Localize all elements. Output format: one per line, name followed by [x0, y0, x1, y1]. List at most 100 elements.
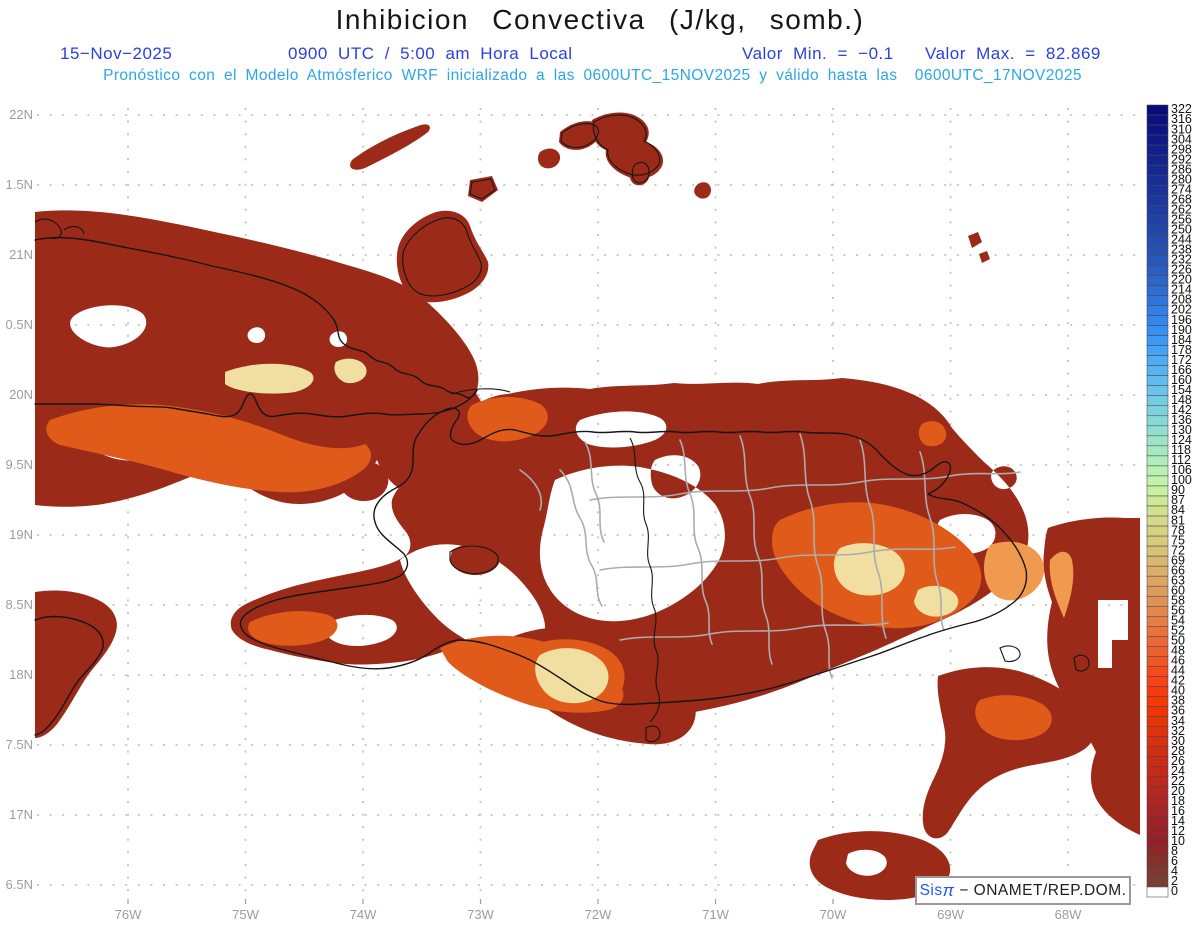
y-axis-label: 19N	[9, 527, 33, 542]
colorbar-swatch	[1147, 466, 1168, 476]
colorbar-swatch	[1147, 336, 1168, 346]
y-axis-label: 20N	[9, 387, 33, 402]
branding-pi-icon: π	[943, 881, 955, 901]
colorbar-swatch	[1147, 827, 1168, 837]
colorbar-swatch	[1147, 396, 1168, 406]
colorbar-swatch	[1147, 225, 1168, 235]
y-axis-label: 22N	[9, 107, 33, 122]
colorbar-swatch	[1147, 245, 1168, 255]
colorbar-swatch	[1147, 516, 1168, 526]
branding-sis: Sis	[920, 882, 943, 900]
x-axis-label: 76W	[115, 907, 142, 922]
colorbar-swatch	[1147, 346, 1168, 356]
colorbar-swatch	[1147, 265, 1168, 275]
y-axis-label: 21N	[9, 247, 33, 262]
y-axis-label: 17N	[9, 807, 33, 822]
colorbar-swatch	[1147, 426, 1168, 436]
colorbar-swatch	[1147, 747, 1168, 757]
colorbar-swatch	[1147, 727, 1168, 737]
colorbar-swatch	[1147, 556, 1168, 566]
colorbar: 3223163103042982922862802742682622562502…	[1147, 102, 1192, 898]
y-axis-label: 6.5N	[6, 877, 33, 892]
x-axis-label: 70W	[820, 907, 847, 922]
colorbar-swatch	[1147, 215, 1168, 225]
colorbar-swatch	[1147, 787, 1168, 797]
y-axis-label: 1.5N	[6, 177, 33, 192]
colorbar-swatch	[1147, 626, 1168, 636]
colorbar-swatch	[1147, 817, 1168, 827]
colorbar-swatch	[1147, 857, 1168, 867]
colorbar-swatch	[1147, 195, 1168, 205]
colorbar-swatch	[1147, 837, 1168, 847]
colorbar-swatch	[1147, 707, 1168, 717]
colorbar-swatch	[1147, 596, 1168, 606]
colorbar-swatch	[1147, 717, 1168, 727]
x-axis-label: 69W	[937, 907, 964, 922]
colorbar-swatch	[1147, 275, 1168, 285]
colorbar-swatch	[1147, 295, 1168, 305]
colorbar-swatch	[1147, 867, 1168, 877]
colorbar-swatch	[1147, 777, 1168, 787]
colorbar-swatch	[1147, 125, 1168, 135]
colorbar-swatch	[1147, 476, 1168, 486]
colorbar-swatch	[1147, 115, 1168, 125]
branding-onamet: − ONAMET/REP.DOM.	[955, 882, 1127, 900]
colorbar-swatch	[1147, 366, 1168, 376]
cin-shaded-field	[35, 113, 1140, 900]
x-axis-label: 75W	[232, 907, 259, 922]
colorbar-swatch	[1147, 205, 1168, 215]
y-axis-label: 0.5N	[6, 317, 33, 332]
colorbar-swatch	[1147, 326, 1168, 336]
colorbar-swatch	[1147, 306, 1168, 316]
x-axis-label: 73W	[467, 907, 494, 922]
colorbar-swatch	[1147, 807, 1168, 817]
colorbar-swatch	[1147, 135, 1168, 145]
colorbar-swatch	[1147, 536, 1168, 546]
colorbar-swatch	[1147, 566, 1168, 576]
colorbar-swatch	[1147, 446, 1168, 456]
colorbar-swatch	[1147, 646, 1168, 656]
colorbar-swatch	[1147, 255, 1168, 265]
colorbar-swatch	[1147, 586, 1168, 596]
colorbar-swatch	[1147, 636, 1168, 646]
x-axis-label: 71W	[702, 907, 729, 922]
colorbar-swatch	[1147, 767, 1168, 777]
colorbar-swatch	[1147, 165, 1168, 175]
colorbar-swatch	[1147, 616, 1168, 626]
colorbar-swatch	[1147, 486, 1168, 496]
colorbar-swatch	[1147, 155, 1168, 165]
colorbar-swatch	[1147, 185, 1168, 195]
colorbar-swatch	[1147, 676, 1168, 686]
colorbar-swatch	[1147, 576, 1168, 586]
colorbar-swatch	[1147, 847, 1168, 857]
colorbar-swatch	[1147, 506, 1168, 516]
colorbar-swatch	[1147, 496, 1168, 506]
colorbar-swatch	[1147, 436, 1168, 446]
x-axis-label: 68W	[1055, 907, 1082, 922]
colorbar-value: 0	[1171, 884, 1178, 898]
colorbar-swatch	[1147, 105, 1168, 115]
colorbar-swatch	[1147, 656, 1168, 666]
colorbar-swatch	[1147, 175, 1168, 185]
colorbar-swatch	[1147, 546, 1168, 556]
y-axis-label: 8.5N	[6, 597, 33, 612]
colorbar-swatch	[1147, 696, 1168, 706]
colorbar-swatch	[1147, 526, 1168, 536]
colorbar-swatch	[1147, 797, 1168, 807]
x-axis-label: 74W	[350, 907, 377, 922]
branding-box: Sisπ − ONAMET/REP.DOM.	[915, 876, 1131, 905]
colorbar-swatch	[1147, 456, 1168, 466]
x-axis-label: 72W	[585, 907, 612, 922]
y-axis-label: 9.5N	[6, 457, 33, 472]
colorbar-swatch	[1147, 416, 1168, 426]
map-canvas: 22N1.5N21N0.5N20N9.5N19N8.5N18N7.5N17N6.…	[0, 0, 1200, 927]
y-axis-label: 7.5N	[6, 737, 33, 752]
colorbar-swatch	[1147, 376, 1168, 386]
forecast-map-page: Inhibicion Convectiva (J/kg, somb.) 15−N…	[0, 0, 1200, 927]
colorbar-swatch	[1147, 737, 1168, 747]
colorbar-swatch	[1147, 235, 1168, 245]
colorbar-swatch	[1147, 757, 1168, 767]
colorbar-swatch	[1147, 686, 1168, 696]
colorbar-swatch	[1147, 666, 1168, 676]
colorbar-swatch	[1147, 285, 1168, 295]
